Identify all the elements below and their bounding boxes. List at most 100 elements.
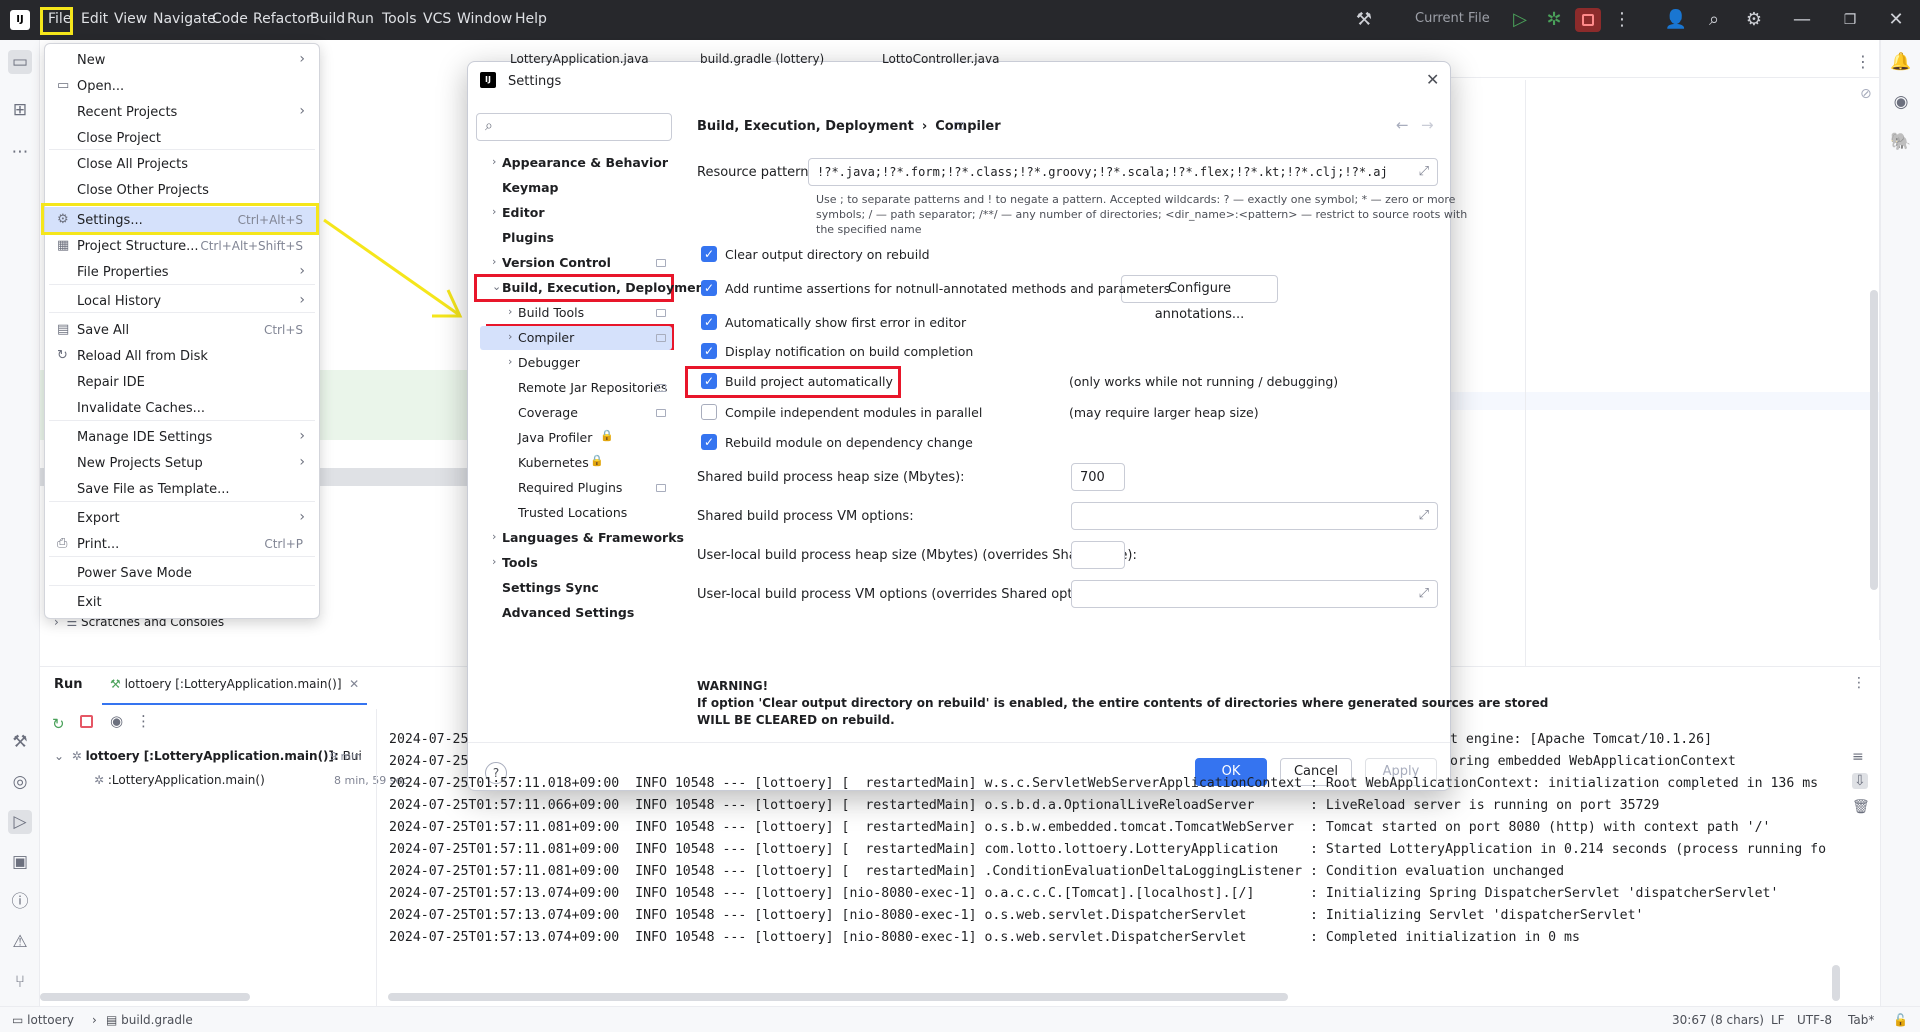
file-menu-item-manage-ide-settings[interactable]: Manage IDE Settings › bbox=[45, 424, 319, 450]
checkbox-clear-output-directory-on-rebuild[interactable]: ✓ bbox=[701, 246, 717, 262]
checkbox-add-runtime-assertions-for-notnull-annotated-methods-and-parameters[interactable]: ✓ bbox=[701, 280, 717, 296]
stop-run-icon[interactable] bbox=[80, 715, 93, 728]
close-dialog-icon[interactable]: ✕ bbox=[1426, 70, 1439, 89]
checkbox-compile-independent-modules-in-parallel[interactable] bbox=[701, 404, 717, 420]
warning-icon[interactable]: ⚠ bbox=[8, 930, 32, 954]
option-label[interactable]: Add runtime assertions for notnull-annot… bbox=[725, 281, 1170, 296]
file-menu-item-local-history[interactable]: Local History › bbox=[45, 288, 319, 314]
editor-tab[interactable]: LottoController.java bbox=[882, 52, 999, 66]
file-menu-item-close-other-projects[interactable]: Close Other Projects bbox=[45, 177, 319, 203]
file-menu-item-print[interactable]: ⎙ Print... Ctrl+P bbox=[45, 531, 319, 557]
lock-icon[interactable]: 🔓 bbox=[1893, 1013, 1908, 1027]
scroll-to-end-icon[interactable]: ⇩ bbox=[1852, 773, 1868, 789]
settings-tree-item-java-profiler[interactable]: Java Profiler 🔒 bbox=[480, 426, 672, 450]
status-position[interactable]: 30:67 (8 chars) bbox=[1672, 1013, 1764, 1027]
settings-tree-item-version-control[interactable]: › Version Control bbox=[480, 251, 672, 275]
expand-icon[interactable]: ⤢ bbox=[1419, 508, 1429, 523]
build-icon[interactable]: ⚒ bbox=[8, 730, 32, 754]
user-heap-size-input[interactable] bbox=[1071, 541, 1125, 569]
menu-navigate[interactable]: Navigate bbox=[153, 11, 216, 27]
file-menu-item-exit[interactable]: Exit bbox=[45, 589, 319, 615]
file-menu-item-project-structure[interactable]: ▦ Project Structure... Ctrl+Alt+Shift+S bbox=[45, 233, 319, 259]
editor-tab[interactable]: LotteryApplication.java bbox=[510, 52, 649, 66]
status-project[interactable]: ▭ lottoery bbox=[12, 1013, 74, 1027]
menu-edit[interactable]: Edit bbox=[81, 11, 108, 27]
settings-tree-item-trusted-locations[interactable]: Trusted Locations bbox=[480, 501, 672, 525]
clear-console-icon[interactable]: 🗑 bbox=[1852, 799, 1870, 815]
settings-tree-item-kubernetes[interactable]: Kubernetes 🔒 bbox=[480, 451, 672, 475]
file-menu-item-new-projects-setup[interactable]: New Projects Setup › bbox=[45, 450, 319, 476]
back-icon[interactable]: ← bbox=[1396, 116, 1409, 134]
file-menu-item-invalidate-caches[interactable]: Invalidate Caches... bbox=[45, 395, 319, 421]
settings-tree-item-editor[interactable]: › Editor bbox=[480, 201, 672, 225]
more-tools-icon[interactable]: ⋯ bbox=[8, 140, 32, 164]
status-file[interactable]: ▤ build.gradle bbox=[106, 1013, 193, 1027]
menu-build[interactable]: Build bbox=[310, 11, 345, 27]
reader-mode-icon[interactable]: ⊘ bbox=[1860, 86, 1872, 102]
file-menu-item-save-file-as-template[interactable]: Save File as Template... bbox=[45, 476, 319, 502]
run-config-selector[interactable]: Current File bbox=[1415, 11, 1490, 26]
console-scrollbar-h[interactable] bbox=[388, 993, 1288, 1001]
settings-tree-item-remote-jar-repositories[interactable]: Remote Jar Repositories bbox=[480, 376, 672, 400]
services-icon[interactable]: ◎ bbox=[8, 770, 32, 794]
git-icon[interactable]: ⑂ bbox=[8, 970, 32, 994]
soft-wrap-icon[interactable]: ≡ bbox=[1852, 749, 1864, 765]
app-logo-icon[interactable]: IJ bbox=[10, 10, 30, 30]
structure-icon[interactable]: ⊞ bbox=[8, 98, 32, 122]
settings-tree-item-plugins[interactable]: Plugins bbox=[480, 226, 672, 250]
expand-icon[interactable]: ⤢ bbox=[1419, 586, 1429, 601]
search-icon[interactable]: ⌕ bbox=[1702, 8, 1726, 32]
option-label[interactable]: Compile independent modules in parallel bbox=[725, 405, 982, 420]
add-user-icon[interactable]: 👤 bbox=[1664, 8, 1688, 32]
settings-tree-item-keymap[interactable]: Keymap bbox=[480, 176, 672, 200]
file-menu-item-export[interactable]: Export › bbox=[45, 505, 319, 531]
file-menu-item-repair-ide[interactable]: Repair IDE bbox=[45, 369, 319, 395]
run-icon[interactable]: ▷ bbox=[1508, 8, 1532, 32]
settings-tree-item-coverage[interactable]: Coverage bbox=[480, 401, 672, 425]
stop-button[interactable] bbox=[1575, 8, 1601, 32]
menu-help[interactable]: Help bbox=[515, 11, 547, 27]
option-label[interactable]: Build project automatically bbox=[725, 374, 893, 389]
eye-icon[interactable]: ◉ bbox=[110, 712, 123, 730]
option-label[interactable]: Display notification on build completion bbox=[725, 344, 973, 359]
console-scrollbar-v[interactable] bbox=[1832, 965, 1840, 1001]
settings-tree-item-required-plugins[interactable]: Required Plugins bbox=[480, 476, 672, 500]
close-tab-icon[interactable]: ✕ bbox=[342, 677, 359, 691]
menu-run[interactable]: Run bbox=[347, 11, 374, 27]
resource-patterns-input[interactable]: !?*.java;!?*.form;!?*.class;!?*.groovy;!… bbox=[808, 158, 1438, 186]
debug-icon[interactable]: ✲ bbox=[1542, 8, 1566, 32]
checkbox-display-notification-on-build-completion[interactable]: ✓ bbox=[701, 343, 717, 359]
file-menu-item-recent-projects[interactable]: Recent Projects › bbox=[45, 99, 319, 125]
checkbox-build-project-automatically[interactable]: ✓ bbox=[701, 373, 717, 389]
file-menu-item-power-save-mode[interactable]: Power Save Mode bbox=[45, 560, 319, 586]
notifications-icon[interactable]: 🔔 bbox=[1889, 50, 1913, 74]
run-config-tab[interactable]: ⚒ lottoery [:LotteryApplication.main()] … bbox=[102, 671, 368, 705]
run-tree-scrollbar[interactable] bbox=[40, 993, 250, 1001]
vm-options-input[interactable]: ⤢ bbox=[1071, 502, 1438, 530]
ai-assistant-icon[interactable]: ◉ bbox=[1889, 90, 1913, 114]
file-menu-item-close-project[interactable]: Close Project bbox=[45, 125, 319, 151]
checkbox-rebuild-module-on-dependency-change[interactable]: ✓ bbox=[701, 434, 717, 450]
menu-window[interactable]: Window bbox=[457, 11, 512, 27]
run-tab[interactable]: Run bbox=[54, 677, 83, 692]
menu-view[interactable]: View bbox=[114, 11, 147, 27]
terminal-icon[interactable]: ▣ bbox=[8, 850, 32, 874]
maximize-icon[interactable]: ❐ bbox=[1838, 8, 1862, 32]
option-label[interactable]: Rebuild module on dependency change bbox=[725, 435, 973, 450]
settings-tree-item-appearance-behavior[interactable]: › Appearance & Behavior bbox=[480, 151, 672, 175]
status-line-separator[interactable]: LF bbox=[1771, 1013, 1785, 1027]
problems-icon[interactable]: ⓘ bbox=[8, 890, 32, 914]
menu-code[interactable]: Code bbox=[212, 11, 248, 27]
menu-refactor[interactable]: Refactor bbox=[253, 11, 312, 27]
file-menu-item-reload-all-from-disk[interactable]: ↻ Reload All from Disk bbox=[45, 343, 319, 369]
gradle-icon[interactable]: 🐘 bbox=[1889, 130, 1913, 154]
option-label[interactable]: Automatically show first error in editor bbox=[725, 315, 966, 330]
status-encoding[interactable]: UTF-8 bbox=[1797, 1013, 1832, 1027]
settings-tree-item-tools[interactable]: › Tools bbox=[480, 551, 672, 575]
settings-tree-item-build-execution-deployment[interactable]: ⌄ Build, Execution, Deployment bbox=[480, 276, 710, 300]
option-label[interactable]: Clear output directory on rebuild bbox=[725, 247, 930, 262]
run-panel-more-icon[interactable]: ⋮ bbox=[1852, 675, 1866, 691]
run-more-icon[interactable]: ⋮ bbox=[136, 712, 151, 730]
forward-icon[interactable]: → bbox=[1421, 116, 1434, 134]
file-menu-item-close-all-projects[interactable]: Close All Projects bbox=[45, 151, 319, 177]
